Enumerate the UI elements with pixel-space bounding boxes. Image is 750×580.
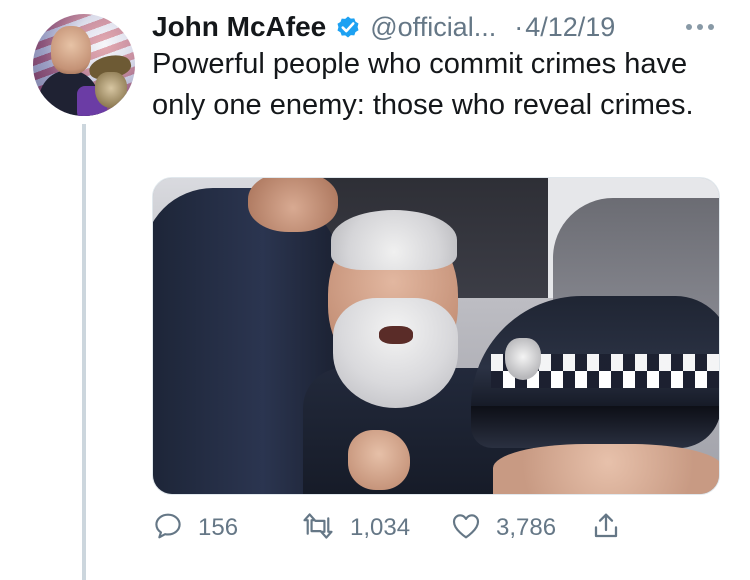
verified-badge-icon [334,13,362,41]
author-avatar[interactable] [33,14,135,116]
tweet[interactable]: John McAfee @official... · 4/12/19 Power… [0,0,750,580]
reply-bubble-icon [152,510,184,547]
reply-count: 156 [198,514,239,541]
tweet-header: John McAfee @official... · 4/12/19 [152,10,615,44]
photo-white-hair [331,210,457,270]
header-separator: · [514,11,524,42]
retweet-button[interactable]: 1,034 [300,508,410,548]
thread-line [82,124,86,580]
more-dots-icon[interactable] [678,10,722,44]
photo-open-mouth [379,326,413,344]
photo-cap-peak [471,406,719,448]
author-name[interactable]: John McAfee [152,11,326,43]
share-button[interactable] [590,508,622,548]
avatar-face [51,26,91,74]
photo-cap-badge [505,338,541,380]
reply-button[interactable]: 156 [152,508,238,548]
photo-officer-face [493,444,719,494]
photo-white-beard [333,298,458,408]
share-icon [590,510,622,547]
photo-head-top [248,178,338,232]
heart-icon [450,510,482,547]
tweet-date[interactable]: 4/12/19 [525,12,615,43]
tweet-photo[interactable] [152,177,720,495]
photo-hand [348,430,410,490]
like-button[interactable]: 3,786 [450,508,556,548]
author-handle[interactable]: @official... [370,12,496,43]
avatar-hat-figure [95,72,127,108]
retweet-icon [300,510,336,547]
like-count: 3,786 [496,514,557,541]
tweet-actions: 156 1,034 3,786 [152,508,712,548]
retweet-count: 1,034 [350,514,411,541]
tweet-text: Powerful people who commit crimes have o… [152,48,694,121]
